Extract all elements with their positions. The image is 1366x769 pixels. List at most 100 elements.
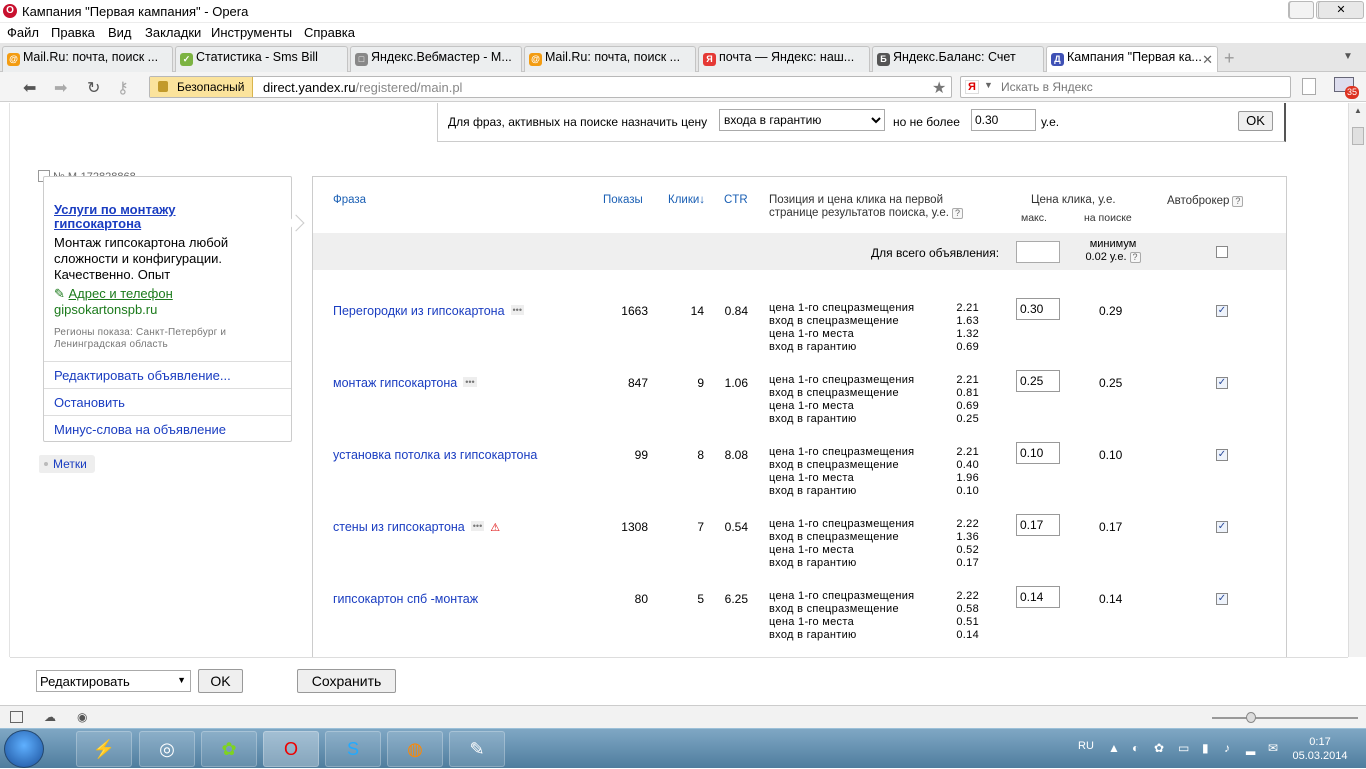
- bulk-action-ok-button[interactable]: OK: [198, 669, 243, 693]
- phrase-link[interactable]: установка потолка из гипсокартона: [333, 448, 537, 462]
- reload-icon[interactable]: ↻: [87, 78, 100, 98]
- back-icon[interactable]: ⬅: [23, 78, 36, 98]
- position-prices: цена 1-го спецразмещения 2.22 вход в спецр…: [769, 590, 979, 642]
- skype-icon[interactable]: S: [325, 731, 381, 767]
- menu-bookmarks[interactable]: Закладки: [145, 25, 201, 40]
- icq-icon[interactable]: ✿: [201, 731, 257, 767]
- tray-volume-icon[interactable]: ♪: [1224, 741, 1230, 755]
- autobroker-checkbox[interactable]: ✓: [1216, 593, 1228, 605]
- bulk-ok-button[interactable]: OK: [1238, 111, 1273, 131]
- tab-webmaster[interactable]: □ Яндекс.Вебмастер - М...: [350, 46, 522, 72]
- firefox-icon[interactable]: ◍: [387, 731, 443, 767]
- tab-mailru-2[interactable]: @ Mail.Ru: почта, поиск ...: [524, 46, 696, 72]
- menu-tools[interactable]: Инструменты: [211, 25, 292, 40]
- autobroker-checkbox[interactable]: ✓: [1216, 305, 1228, 317]
- help-icon[interactable]: ?: [1129, 252, 1141, 263]
- search-engine-dropdown-icon[interactable]: ▼: [984, 80, 993, 90]
- yandex-search-icon[interactable]: Я: [965, 80, 979, 94]
- minimize-button-2[interactable]: [1289, 1, 1314, 19]
- search-box[interactable]: Я ▼ Искать в Яндекс: [960, 76, 1291, 98]
- edit-ad-link[interactable]: Редактировать объявление...: [44, 361, 291, 388]
- tray-info-icon[interactable]: ✉: [1268, 741, 1278, 755]
- all-ad-price-input[interactable]: [1016, 241, 1060, 263]
- autobroker-checkbox[interactable]: ✓: [1216, 449, 1228, 461]
- cloud-icon[interactable]: ☁: [44, 710, 56, 724]
- more-icon[interactable]: •••: [510, 305, 524, 315]
- max-price-input[interactable]: [1016, 514, 1060, 536]
- phrase-link[interactable]: монтаж гипсокартона •••: [333, 376, 477, 390]
- tab-yandex-mail[interactable]: Я почта — Яндекс: наш...: [698, 46, 870, 72]
- tab-campaign[interactable]: Д Кампания "Первая ка... ✕: [1046, 46, 1218, 73]
- tab-mailru-1[interactable]: @ Mail.Ru: почта, поиск ...: [2, 46, 173, 72]
- zoom-slider-knob[interactable]: [1246, 712, 1256, 723]
- phrase-link[interactable]: Перегородки из гипсокартона •••: [333, 304, 524, 318]
- tab-menu-icon[interactable]: ▼: [1343, 51, 1353, 62]
- header-ctr[interactable]: CTR: [724, 194, 748, 207]
- scroll-up-icon[interactable]: ▲: [1354, 106, 1362, 115]
- max-price-input[interactable]: [1016, 586, 1060, 608]
- speed-icon[interactable]: ◉: [77, 710, 87, 724]
- tray-icq-icon[interactable]: ✿: [1154, 741, 1164, 755]
- url-text[interactable]: direct.yandex.ru/registered/main.pl: [263, 80, 462, 95]
- new-tab-icon[interactable]: +: [1224, 48, 1235, 69]
- tray-signal-icon[interactable]: ▂: [1246, 741, 1255, 755]
- scrollbar-thumb[interactable]: [1352, 127, 1364, 145]
- zoom-slider[interactable]: [1212, 717, 1358, 719]
- menu-file[interactable]: Файл: [7, 25, 39, 40]
- position-value: 0.69: [956, 400, 979, 412]
- forward-icon[interactable]: ➡: [54, 78, 67, 98]
- tray-battery-icon[interactable]: ▮: [1202, 741, 1209, 755]
- more-icon[interactable]: •••: [470, 521, 485, 531]
- header-phrase[interactable]: Фраза: [333, 194, 366, 207]
- minus-words-link[interactable]: Минус-слова на объявление: [44, 415, 291, 442]
- language-indicator[interactable]: RU: [1078, 740, 1094, 752]
- tab-label: Mail.Ru: почта, поиск ...: [545, 50, 681, 64]
- document-icon[interactable]: [1302, 78, 1316, 95]
- panel-toggle-icon[interactable]: [10, 711, 23, 723]
- limit-input[interactable]: [971, 109, 1036, 131]
- max-price-input[interactable]: [1016, 298, 1060, 320]
- taskbar-media-icon[interactable]: ◎: [139, 731, 195, 767]
- vertical-scrollbar[interactable]: ▲: [1348, 103, 1366, 657]
- ad-title[interactable]: Услуги по монтажу гипсокартона: [54, 203, 264, 231]
- ad-contact[interactable]: ✎ Адрес и телефон: [54, 286, 173, 302]
- tray-network-icon[interactable]: ◐: [1132, 741, 1139, 755]
- key-icon[interactable]: ⚷: [117, 78, 129, 98]
- save-button[interactable]: Сохранить: [297, 669, 396, 693]
- tray-flag-icon[interactable]: ▭: [1178, 741, 1189, 755]
- tags-button[interactable]: Метки: [39, 455, 95, 473]
- autobroker-checkbox[interactable]: ✓: [1216, 377, 1228, 389]
- position-value: 2.21: [956, 446, 979, 458]
- header-clicks[interactable]: Клики↓: [668, 194, 705, 207]
- tab-smsbill[interactable]: ✓ Статистика - Sms Bill: [175, 46, 348, 72]
- price-mode-select[interactable]: входа в гарантию: [719, 109, 885, 131]
- start-button[interactable]: [4, 730, 44, 768]
- bulk-action-select[interactable]: Редактировать ▼: [36, 670, 191, 692]
- taskbar-app-icon[interactable]: ⚡: [76, 731, 132, 767]
- menu-help[interactable]: Справка: [304, 25, 355, 40]
- tray-up-arrow-icon[interactable]: ▲: [1108, 741, 1120, 755]
- max-price-input[interactable]: [1016, 370, 1060, 392]
- help-icon[interactable]: ?: [952, 208, 963, 219]
- help-icon[interactable]: ?: [1232, 196, 1244, 207]
- opera-taskbar-icon[interactable]: O: [263, 731, 319, 767]
- phrase-link[interactable]: гипсокартон спб -монтаж: [333, 592, 478, 606]
- autobroker-checkbox[interactable]: ✓: [1216, 521, 1228, 533]
- header-shows[interactable]: Показы: [603, 194, 643, 207]
- menu-edit[interactable]: Правка: [51, 25, 95, 40]
- tab-yandex-balance[interactable]: Б Яндекс.Баланс: Счет: [872, 46, 1044, 72]
- warning-icon[interactable]: ⚠: [490, 521, 500, 534]
- close-window-button[interactable]: ✕: [1318, 1, 1364, 19]
- close-tab-icon[interactable]: ✕: [1202, 52, 1213, 68]
- paint-icon[interactable]: ✎: [449, 731, 505, 767]
- address-bar[interactable]: Безопасный direct.yandex.ru/registered/m…: [149, 76, 952, 98]
- bookmark-star-icon[interactable]: ★: [932, 78, 946, 98]
- all-autobroker-checkbox[interactable]: [1216, 246, 1228, 258]
- max-price-input[interactable]: [1016, 442, 1060, 464]
- phrase-link[interactable]: стены из гипсокартона ••• ⚠: [333, 520, 500, 534]
- stop-ad-link[interactable]: Остановить: [44, 388, 291, 415]
- clock[interactable]: 0:17 05.03.2014: [1288, 735, 1352, 763]
- more-icon[interactable]: •••: [463, 377, 477, 387]
- menu-view[interactable]: Вид: [108, 25, 132, 40]
- secure-badge[interactable]: Безопасный: [150, 77, 253, 97]
